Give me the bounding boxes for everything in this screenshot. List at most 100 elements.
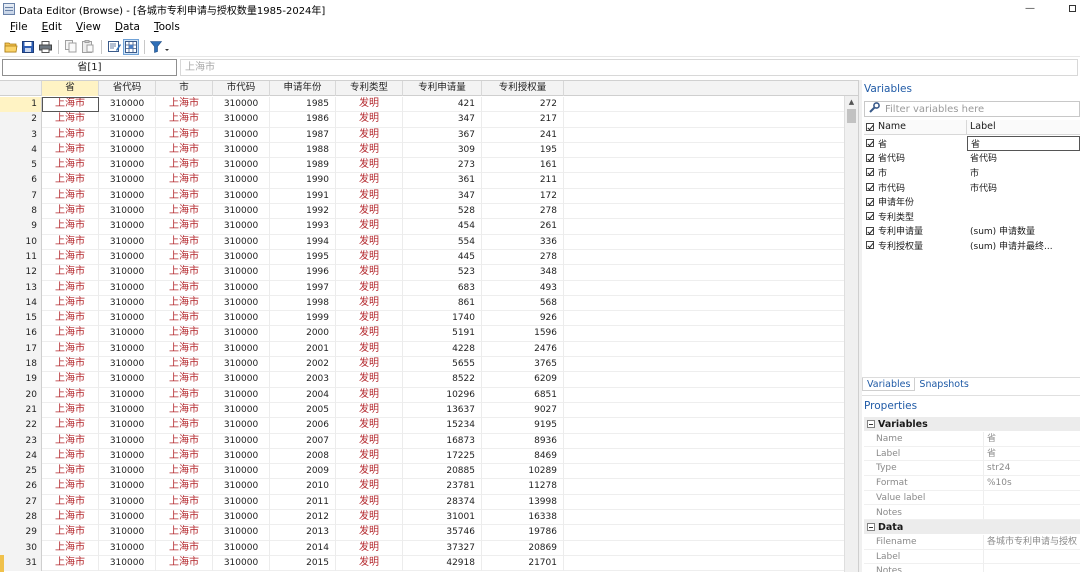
table-cell[interactable]: 2014 bbox=[270, 540, 336, 556]
table-row[interactable]: 8 上海市 310000 上海市 310000 1992 发明 528 278 bbox=[0, 204, 858, 220]
table-cell[interactable]: 1986 bbox=[270, 112, 336, 128]
table-cell[interactable]: 1988 bbox=[270, 142, 336, 159]
wrench-icon[interactable] bbox=[867, 102, 881, 116]
table-cell[interactable]: 493 bbox=[482, 280, 564, 296]
table-cell[interactable]: 310000 bbox=[213, 510, 270, 526]
row-number[interactable]: 30 bbox=[0, 540, 42, 556]
variable-item[interactable]: 申请年份 bbox=[864, 194, 1080, 209]
table-cell[interactable]: 21701 bbox=[482, 555, 564, 572]
cell-value-field[interactable]: 上海市 bbox=[180, 59, 1078, 76]
table-cell[interactable]: 2001 bbox=[270, 341, 336, 358]
name-column-header[interactable]: Name bbox=[876, 120, 967, 134]
table-cell[interactable]: 272 bbox=[482, 97, 564, 113]
properties-section-variables[interactable]: Variables bbox=[864, 417, 1080, 431]
table-cell[interactable]: 上海市 bbox=[42, 433, 99, 449]
table-cell[interactable]: 310000 bbox=[99, 341, 156, 358]
row-number[interactable]: 20 bbox=[0, 387, 42, 403]
row-number[interactable]: 7 bbox=[0, 188, 42, 205]
table-cell[interactable]: 上海市 bbox=[156, 479, 213, 495]
browse-mode-icon[interactable] bbox=[123, 38, 139, 55]
table-row[interactable]: 3 上海市 310000 上海市 310000 1987 发明 367 241 bbox=[0, 127, 858, 143]
table-cell[interactable]: 发明 bbox=[336, 555, 403, 572]
table-cell[interactable]: 310000 bbox=[213, 249, 270, 266]
table-cell[interactable]: 发明 bbox=[336, 448, 403, 465]
table-cell[interactable]: 421 bbox=[403, 97, 482, 113]
table-cell[interactable]: 发明 bbox=[336, 387, 403, 403]
property-row[interactable]: Label 省 bbox=[864, 446, 1080, 462]
table-cell[interactable]: 310000 bbox=[213, 494, 270, 511]
variable-checkbox[interactable] bbox=[864, 183, 876, 192]
table-cell[interactable]: 8469 bbox=[482, 448, 564, 465]
row-number[interactable]: 27 bbox=[0, 494, 42, 511]
table-cell[interactable]: 195 bbox=[482, 142, 564, 159]
table-cell[interactable]: 发明 bbox=[336, 265, 403, 281]
table-cell[interactable]: 上海市 bbox=[156, 295, 213, 312]
table-cell[interactable]: 6851 bbox=[482, 387, 564, 403]
table-cell[interactable]: 310000 bbox=[213, 158, 270, 174]
table-cell[interactable]: 上海市 bbox=[42, 127, 99, 143]
table-row[interactable]: 27 上海市 310000 上海市 310000 2011 发明 28374 13998 bbox=[0, 494, 858, 511]
table-cell[interactable]: 310000 bbox=[213, 479, 270, 495]
column-header[interactable]: 专利类型 bbox=[336, 81, 403, 96]
grid-corner[interactable] bbox=[0, 81, 42, 96]
variable-item[interactable]: 市市 bbox=[864, 165, 1080, 180]
table-cell[interactable]: 8522 bbox=[403, 372, 482, 388]
table-row[interactable]: 6 上海市 310000 上海市 310000 1990 发明 361 211 bbox=[0, 173, 858, 189]
table-cell[interactable]: 发明 bbox=[336, 188, 403, 205]
table-cell[interactable]: 31001 bbox=[403, 510, 482, 526]
table-cell[interactable]: 310000 bbox=[99, 234, 156, 250]
table-cell[interactable]: 发明 bbox=[336, 204, 403, 220]
menu-file[interactable]: File bbox=[4, 21, 34, 33]
table-cell[interactable]: 上海市 bbox=[156, 418, 213, 434]
property-value[interactable]: 省 bbox=[984, 432, 1080, 447]
table-cell[interactable]: 1997 bbox=[270, 280, 336, 296]
table-cell[interactable]: 2004 bbox=[270, 387, 336, 403]
table-cell[interactable]: 上海市 bbox=[156, 188, 213, 205]
table-cell[interactable]: 310000 bbox=[99, 402, 156, 419]
table-cell[interactable]: 161 bbox=[482, 158, 564, 174]
table-cell[interactable]: 2008 bbox=[270, 448, 336, 465]
property-value[interactable]: str24 bbox=[984, 461, 1080, 477]
table-cell[interactable]: 310000 bbox=[213, 433, 270, 449]
table-cell[interactable]: 310000 bbox=[213, 464, 270, 480]
table-row[interactable]: 24 上海市 310000 上海市 310000 2008 发明 17225 8469 bbox=[0, 448, 858, 465]
table-cell[interactable]: 9195 bbox=[482, 418, 564, 434]
row-number[interactable]: 6 bbox=[0, 173, 42, 189]
table-row[interactable]: 21 上海市 310000 上海市 310000 2005 发明 13637 9027 bbox=[0, 402, 858, 419]
table-cell[interactable]: 1740 bbox=[403, 311, 482, 327]
table-cell[interactable]: 310000 bbox=[99, 127, 156, 143]
table-cell[interactable]: 发明 bbox=[336, 127, 403, 143]
table-cell[interactable]: 241 bbox=[482, 127, 564, 143]
table-cell[interactable]: 上海市 bbox=[156, 97, 213, 113]
table-cell[interactable]: 261 bbox=[482, 219, 564, 235]
table-cell[interactable]: 310000 bbox=[213, 127, 270, 143]
table-cell[interactable]: 13637 bbox=[403, 402, 482, 419]
property-value[interactable] bbox=[984, 550, 1080, 565]
table-cell[interactable]: 1987 bbox=[270, 127, 336, 143]
table-cell[interactable]: 上海市 bbox=[156, 219, 213, 235]
table-cell[interactable]: 310000 bbox=[213, 341, 270, 358]
table-cell[interactable]: 上海市 bbox=[42, 234, 99, 250]
row-number[interactable]: 16 bbox=[0, 326, 42, 342]
table-cell[interactable]: 上海市 bbox=[42, 387, 99, 403]
table-cell[interactable]: 上海市 bbox=[42, 188, 99, 205]
row-number[interactable]: 13 bbox=[0, 280, 42, 296]
table-cell[interactable]: 上海市 bbox=[156, 234, 213, 250]
table-cell[interactable]: 683 bbox=[403, 280, 482, 296]
table-cell[interactable]: 上海市 bbox=[156, 341, 213, 358]
row-number[interactable]: 3 bbox=[0, 127, 42, 143]
table-cell[interactable]: 2010 bbox=[270, 479, 336, 495]
row-number[interactable]: 12 bbox=[0, 265, 42, 281]
table-cell[interactable]: 310000 bbox=[99, 326, 156, 342]
table-cell[interactable]: 310000 bbox=[213, 372, 270, 388]
row-number[interactable]: 22 bbox=[0, 418, 42, 434]
row-number[interactable]: 15 bbox=[0, 311, 42, 327]
table-cell[interactable]: 278 bbox=[482, 204, 564, 220]
table-cell[interactable]: 1989 bbox=[270, 158, 336, 174]
table-cell[interactable]: 528 bbox=[403, 204, 482, 220]
table-row[interactable]: 16 上海市 310000 上海市 310000 2000 发明 5191 1596 bbox=[0, 326, 858, 342]
row-number[interactable]: 19 bbox=[0, 372, 42, 388]
table-cell[interactable]: 310000 bbox=[99, 433, 156, 449]
table-cell[interactable]: 上海市 bbox=[42, 265, 99, 281]
filter-variables-input[interactable] bbox=[885, 103, 1075, 115]
